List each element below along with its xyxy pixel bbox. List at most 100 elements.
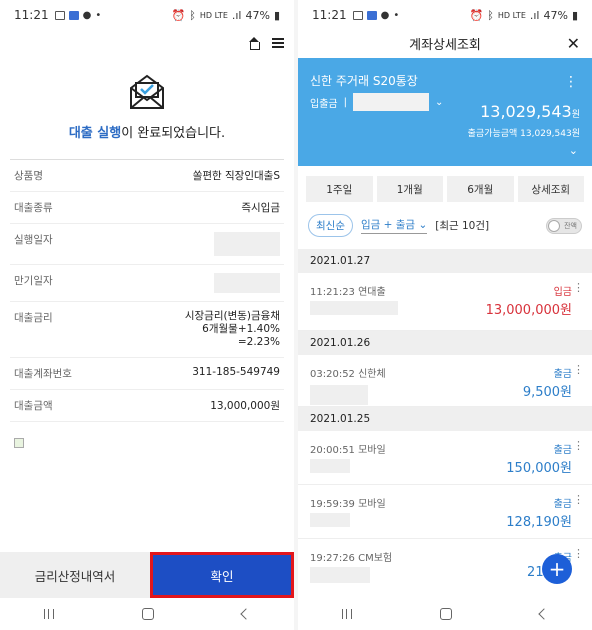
masked-text	[310, 567, 370, 583]
location-icon: ●	[380, 9, 390, 21]
confirm-button[interactable]: 확인	[150, 552, 294, 598]
toggle-knob	[548, 219, 560, 232]
masked-value	[214, 232, 280, 256]
balance-value: 13,029,543	[480, 102, 572, 121]
system-nav-bar	[298, 598, 592, 630]
masked-value	[214, 273, 280, 293]
info-label: 대출금리	[14, 312, 53, 324]
recent-apps-icon[interactable]	[342, 609, 352, 619]
info-row-account: 대출계좌번호 311-185-549749	[10, 358, 284, 391]
tx-time-desc: 03:20:52 신한체	[310, 369, 386, 380]
date-header: 2021.01.26	[298, 331, 592, 355]
alarm-icon: ⏰	[469, 8, 484, 22]
tx-amount: 150,000원	[506, 461, 572, 476]
app-icon	[366, 10, 377, 20]
masked-text	[310, 301, 398, 315]
available-amount: 출금가능금액 13,029,543원	[467, 129, 580, 139]
filter-bar: 최신순 입금 + 출금 ⌄ [최근 10건] 잔액	[308, 214, 582, 237]
account-type: 입출금	[310, 98, 338, 110]
home-icon[interactable]	[248, 37, 260, 50]
info-row-product: 상품명 쏠편한 직장인대출S	[10, 160, 284, 192]
tx-time-desc: 11:21:23 연대출	[310, 287, 386, 298]
recent-count: [최근 10건]	[435, 220, 490, 232]
rate-statement-button[interactable]: 금리산정내역서	[0, 552, 150, 598]
more-options-icon[interactable]: ⋮	[573, 493, 584, 506]
close-icon[interactable]: ✕	[567, 34, 580, 53]
completion-text: 이 완료되었습니다.	[121, 126, 226, 141]
info-row-maturity-date: 만기일자	[10, 265, 284, 302]
home-button-icon[interactable]	[142, 608, 154, 620]
masked-text	[310, 385, 368, 405]
info-value: 쏠편한 직장인대출S	[192, 170, 280, 182]
back-icon[interactable]	[240, 608, 252, 620]
period-6months[interactable]: 6개월	[447, 176, 514, 202]
more-options-icon[interactable]: ⋮	[573, 439, 584, 452]
notification-dot-icon: •	[393, 9, 400, 21]
balance-toggle[interactable]: 잔액	[546, 217, 582, 234]
kind-select[interactable]: 입금 + 출금 ⌄	[360, 217, 428, 234]
more-options-icon[interactable]: ⋮	[573, 363, 584, 376]
info-label: 대출계좌번호	[14, 368, 72, 381]
transaction-row[interactable]: 03:20:52 신한체 출금 9,500원 ⋮	[298, 355, 592, 407]
transaction-list: 2021.01.27 11:21:23 연대출 입금 13,000,000원 ⋮…	[298, 249, 592, 593]
more-options-icon[interactable]: ⋮	[573, 281, 584, 294]
info-row-rate: 대출금리 시장금리(변동)금융채 6개월물+1.40% =2.23%	[10, 302, 284, 359]
period-1month[interactable]: 1개월	[376, 176, 443, 202]
battery-icon: ▮	[571, 8, 578, 22]
back-icon[interactable]	[538, 608, 550, 620]
loan-info-list: 상품명 쏠편한 직장인대출S 대출종류 즉시입금 실행일자 만기일자 대출금리 …	[10, 159, 284, 423]
info-row-type: 대출종류 즉시입금	[10, 192, 284, 224]
kind-select-label: 입금 + 출금	[360, 219, 416, 231]
chevron-down-icon[interactable]: ⌄	[435, 97, 443, 108]
transaction-row[interactable]: 19:59:39 모바일 출금 128,190원 ⋮	[298, 485, 592, 539]
transaction-row[interactable]: 11:21:23 연대출 입금 13,000,000원 ⋮	[298, 273, 592, 331]
info-row-exec-date: 실행일자	[10, 224, 284, 265]
app-icon	[68, 10, 79, 20]
info-label: 실행일자	[14, 234, 53, 246]
network-label: HD LTE	[199, 10, 228, 20]
status-right: ⏰ ᛒ HD LTE .ıl 47% ▮	[470, 9, 578, 22]
system-nav-bar	[0, 598, 294, 630]
toggle-label: 잔액	[564, 221, 577, 230]
status-time: 11:21	[14, 8, 49, 22]
info-label: 대출종류	[14, 202, 53, 214]
period-detail-search[interactable]: 상세조회	[517, 176, 584, 202]
more-options-icon[interactable]: ⋮	[573, 547, 584, 560]
balance-unit: 원	[571, 110, 580, 120]
bluetooth-icon: ᛒ	[189, 8, 196, 22]
period-tabs: 1주일 1개월 6개월 상세조회	[306, 176, 584, 202]
menu-icon[interactable]	[272, 38, 284, 48]
status-bar: 11:21 ● • ⏰ ᛒ HD LTE .ıl 47% ▮	[0, 0, 294, 30]
completion-message: 대출 실행이 완료되었습니다.	[0, 122, 294, 141]
info-row-amount: 대출금액 13,000,000원	[10, 390, 284, 423]
recent-apps-icon[interactable]	[44, 609, 54, 619]
battery-level: 47%	[245, 8, 270, 22]
battery-icon: ▮	[273, 8, 280, 22]
tx-type: 출금	[553, 499, 572, 510]
account-card: 신한 주거래 S20통장 ⋮ 입출금 | ⌄ 13,029,543원 출금가능금…	[298, 58, 592, 166]
masked-text	[310, 459, 350, 473]
masked-text	[310, 513, 350, 527]
notification-dot-icon: •	[95, 9, 102, 21]
transaction-row[interactable]: 20:00:51 모바일 출금 150,000원 ⋮	[298, 431, 592, 485]
signal-icon: .ıl	[231, 8, 242, 22]
add-fab-button[interactable]: +	[542, 554, 572, 584]
more-options-icon[interactable]: ⋮	[564, 74, 578, 90]
info-value: 즉시입금	[241, 202, 280, 214]
tx-type: 출금	[553, 369, 572, 380]
expand-chevron-icon[interactable]: ⌄	[569, 144, 578, 157]
sort-chip[interactable]: 최신순	[308, 214, 353, 237]
battery-level: 47%	[543, 8, 568, 22]
home-button-icon[interactable]	[440, 608, 452, 620]
date-header: 2021.01.25	[298, 407, 592, 431]
tx-type: 출금	[553, 445, 572, 456]
completion-highlight: 대출 실행	[68, 126, 122, 141]
separator: |	[343, 96, 347, 108]
info-label: 대출금액	[14, 400, 53, 413]
account-name: 신한 주거래 S20통장	[310, 74, 418, 88]
tx-amount: 9,500원	[522, 385, 572, 400]
location-icon: ●	[82, 9, 92, 21]
period-1week[interactable]: 1주일	[306, 176, 373, 202]
status-bar: 11:21 ● • ⏰ ᛒ HD LTE .ıl 47% ▮	[298, 0, 592, 30]
tx-amount: 13,000,000원	[485, 303, 572, 318]
